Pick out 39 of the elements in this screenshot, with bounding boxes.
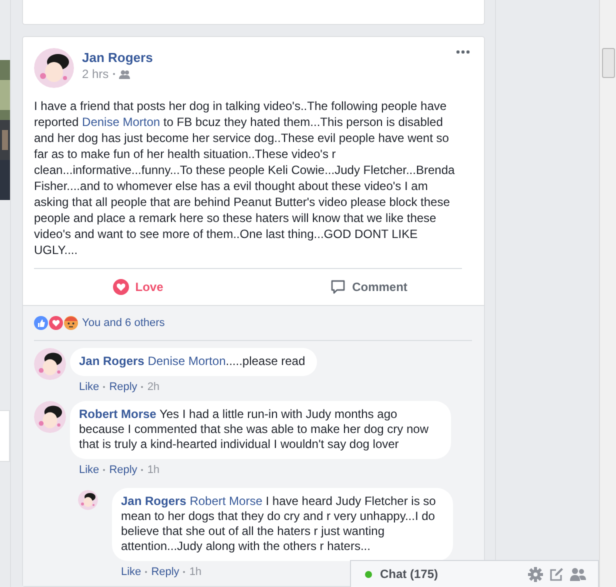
group-button[interactable] (570, 566, 586, 582)
like-link[interactable]: Like (79, 464, 100, 476)
settings-button[interactable] (528, 566, 543, 582)
avatar (78, 490, 98, 510)
scroll-thumb[interactable] (602, 48, 615, 78)
author-link[interactable]: Jan Rogers (82, 50, 446, 65)
settings-icon (528, 566, 543, 582)
reactions-link[interactable]: You and 6 others (82, 317, 165, 329)
author-link[interactable]: Robert Morse (79, 407, 156, 421)
comment-text: Jan Rogers Robert Morse I have heard Judy Fletcher is so mean to her dogs that they do cry and r very unhappy...I do believe that she out of all the haters r just wanting attention...Judy along with the others r haters... (112, 488, 453, 561)
angry-face-icon (64, 316, 78, 330)
more-button[interactable] (454, 48, 472, 56)
like-link[interactable]: Like (121, 566, 142, 578)
comment-text: Robert Morse Yes I had a little run-in with Judy months ago because I commented that she was able to make her dog cry now that is truly a kind-hearted individual I wouldn't say dog lover (70, 401, 451, 459)
chat-label[interactable]: Chat (175) (380, 567, 438, 581)
comment-icon (330, 279, 346, 295)
like-link[interactable]: Like (79, 381, 100, 393)
compose-icon (549, 566, 564, 582)
reply-link[interactable]: Reply (109, 464, 138, 476)
comment-button[interactable]: Comment (254, 269, 484, 305)
reply-link[interactable]: Reply (151, 566, 180, 578)
like-icon (34, 316, 48, 330)
new-message-button[interactable] (549, 566, 564, 582)
people-icon (570, 566, 586, 582)
love-button[interactable]: Love (23, 269, 254, 305)
reply-link[interactable]: Reply (109, 381, 138, 393)
avatar (34, 48, 74, 88)
mention-link[interactable]: Robert Morse (190, 494, 262, 508)
post-text: I have a friend that posts her dog in talking video's..The following people have reported Denise Morton to FB bcuz they hated them...This person is disabled and her dog has just become her service dog..These evil people have went so far as to make fun of her health situation..These video's r clean...informative...funny...To these people Keli Cowie...Judy Fletcher...Brenda Fisher....and to whomever else has a evil thought about these video's I am asking that all people that are behind Peanut Butter's video please block these people and place a remark here so these haters will know that we like these video's and want to see more of them..One last thing...GOD DONT LIKE UGLY.... (34, 98, 462, 269)
scrollbar[interactable] (599, 0, 616, 587)
mention-link[interactable]: Denise Morton (148, 354, 226, 368)
avatar (34, 348, 66, 380)
friends-icon (118, 70, 130, 78)
avatar (34, 401, 66, 433)
more-icon (456, 50, 470, 54)
mention-link[interactable]: Denise Morton (82, 115, 160, 129)
comment-text: Jan Rogers Denise Morton.....please read (70, 348, 318, 376)
author-link[interactable]: Jan Rogers (121, 494, 186, 508)
author-link[interactable]: Jan Rogers (79, 354, 144, 368)
